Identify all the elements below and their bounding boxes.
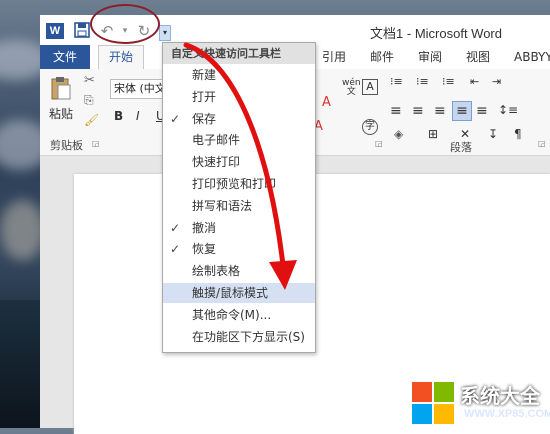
watermark-logo: 系统大全 WWW.XP85.COM: [408, 380, 550, 428]
watermark-url: WWW.XP85.COM: [464, 408, 550, 420]
annotation-arrow: [183, 42, 297, 290]
annotation-arrow-line: [183, 42, 286, 268]
watermark-title: 系统大全: [460, 384, 540, 408]
annotation-arrow-head: [269, 260, 297, 290]
windows-flag-icon: [412, 382, 454, 424]
